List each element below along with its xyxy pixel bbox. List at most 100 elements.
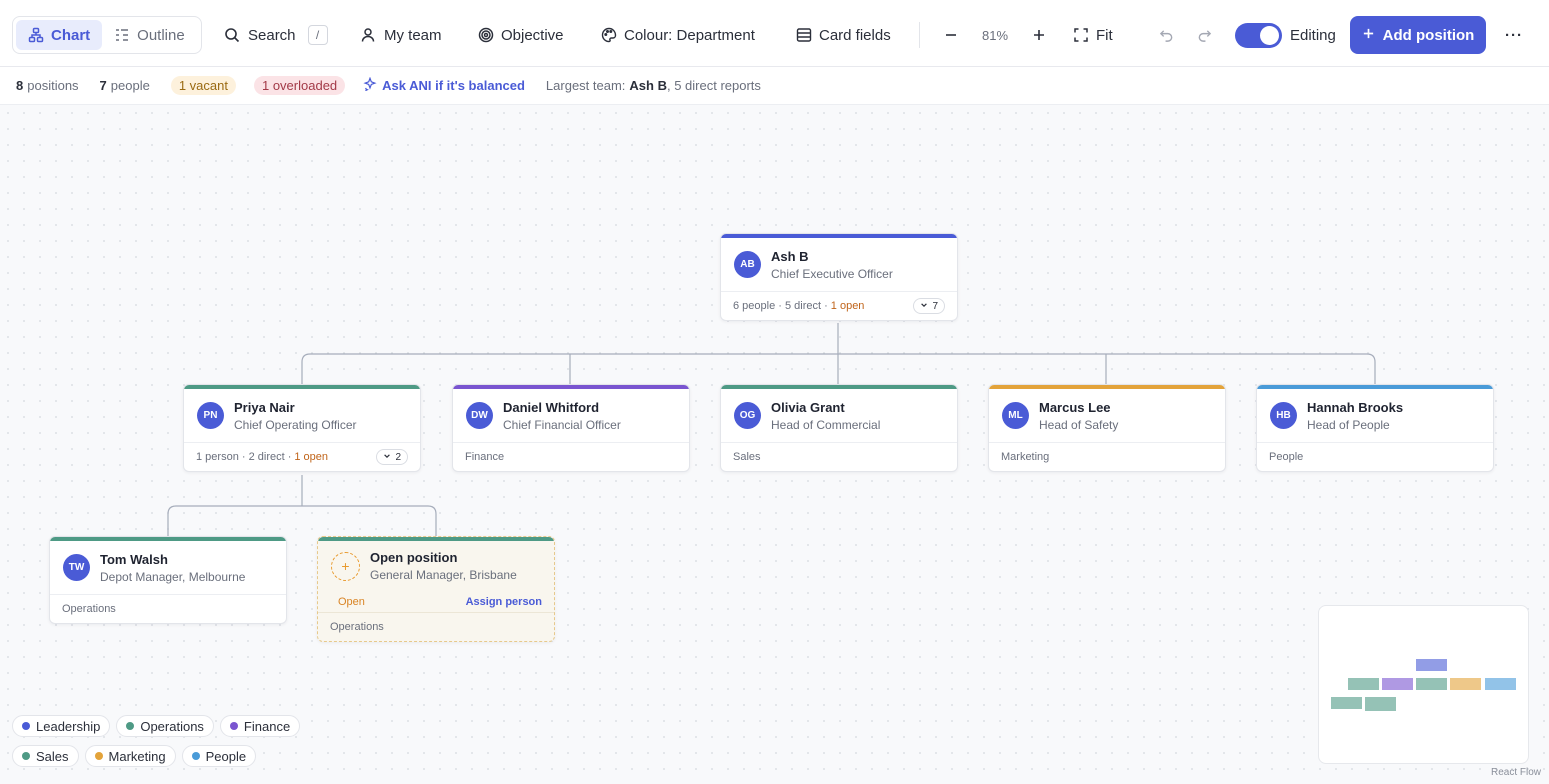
toolbar-divider (919, 22, 920, 48)
department-label: People (1269, 451, 1304, 463)
sparkle-icon (363, 76, 377, 94)
people-count: 7 (99, 78, 107, 93)
undo-button[interactable] (1159, 17, 1174, 53)
objective-label: Objective (501, 26, 564, 44)
minimap-node (1416, 678, 1447, 690)
react-flow-attribution[interactable]: React Flow (1491, 767, 1541, 778)
legend-item-marketing[interactable]: Marketing (84, 745, 176, 767)
minimap[interactable] (1318, 605, 1529, 764)
add-person-icon[interactable]: + (331, 551, 360, 581)
positions-stat: 8 positions (16, 78, 79, 93)
card-header: OG Olivia Grant Head of Commercial (721, 389, 957, 443)
open-count: 1 open (294, 451, 329, 463)
editing-toggle[interactable] (1235, 23, 1282, 48)
person-name: Tom Walsh (100, 551, 168, 567)
position-title: Depot Manager, Melbourne (100, 569, 246, 584)
plus-icon (1362, 27, 1375, 44)
redo-button[interactable] (1197, 17, 1212, 53)
position-title: Head of Safety (1039, 417, 1119, 432)
legend-dot (22, 722, 30, 730)
legend-item-finance[interactable]: Finance (219, 715, 301, 737)
position-card-olivia[interactable]: OG Olivia Grant Head of Commercial Sales (720, 384, 958, 472)
legend-label: Operations (140, 718, 204, 734)
department-label: Finance (465, 451, 505, 463)
view-outline-button[interactable]: Outline (102, 20, 197, 50)
report-count: 2 (395, 451, 401, 463)
avatar[interactable]: OG (734, 402, 761, 429)
org-chart-canvas[interactable]: AB Ash B Chief Executive Officer 6 peopl… (0, 105, 1549, 784)
card-header: ML Marcus Lee Head of Safety (989, 389, 1225, 443)
minimap-node (1331, 697, 1362, 709)
card-header: AB Ash B Chief Executive Officer (721, 238, 957, 292)
position-card-tom[interactable]: TW Tom Walsh Depot Manager, Melbourne Op… (49, 536, 287, 624)
avatar[interactable]: DW (466, 402, 493, 429)
my-team-button[interactable]: My team (360, 17, 442, 53)
collapse-toggle[interactable]: 7 (913, 298, 945, 314)
department-label: Operations (62, 603, 116, 615)
toggle-knob (1260, 26, 1279, 45)
position-card-open[interactable]: + Open position General Manager, Brisban… (317, 536, 555, 642)
legend-label: Finance (243, 718, 291, 734)
legend-item-people[interactable]: People (181, 745, 257, 767)
legend-item-sales[interactable]: Sales (12, 745, 79, 767)
chevron-down-icon (920, 301, 928, 312)
assign-person-link[interactable]: Assign person (466, 596, 542, 608)
minus-icon (944, 28, 958, 42)
more-icon: ··· (1505, 26, 1523, 44)
more-menu-button[interactable]: ··· (1505, 17, 1523, 53)
positions-count: 8 (16, 78, 24, 93)
overloaded-badge[interactable]: 1 overloaded (253, 76, 346, 95)
minimap-node (1450, 678, 1481, 690)
legend-item-operations[interactable]: Operations (116, 715, 214, 737)
avatar[interactable]: AB (734, 251, 761, 278)
colour-button[interactable]: Colour: Department (601, 17, 755, 53)
card-fields-icon (796, 27, 812, 43)
search-button[interactable]: Search / (224, 17, 328, 53)
largest-team-suffix: , 5 direct reports (666, 78, 761, 93)
ask-ani-link[interactable]: Ask ANI if it's balanced (363, 76, 525, 94)
view-chart-button[interactable]: Chart (16, 20, 103, 50)
chevron-down-icon (383, 452, 391, 463)
position-title: Head of Commercial (771, 417, 881, 432)
colour-label: Colour: Department (624, 26, 755, 44)
person-name: Ash B (771, 248, 809, 264)
position-card-priya[interactable]: PN Priya Nair Chief Operating Officer 1 … (183, 384, 421, 472)
search-label: Search (248, 26, 296, 44)
avatar[interactable]: ML (1002, 402, 1029, 429)
legend-dot (191, 752, 200, 760)
avatar[interactable]: PN (197, 402, 224, 429)
search-shortcut: / (307, 25, 328, 45)
vacancy-row: Open Assign person (318, 591, 554, 613)
zoom-level: 81% (982, 27, 1009, 43)
card-footer: 1 person · 2 direct · 1 open 2 (184, 443, 420, 471)
view-outline-label: Outline (137, 26, 185, 44)
card-fields-button[interactable]: Card fields (796, 17, 891, 53)
position-card-ash[interactable]: AB Ash B Chief Executive Officer 6 peopl… (720, 233, 958, 321)
position-card-marcus[interactable]: ML Marcus Lee Head of Safety Marketing (988, 384, 1226, 472)
avatar[interactable]: TW (63, 554, 90, 581)
objective-button[interactable]: Objective (478, 17, 564, 53)
largest-team-stat: Largest team: Ash B, 5 direct reports (546, 78, 761, 93)
position-card-hannah[interactable]: HB Hannah Brooks Head of People People (1256, 384, 1494, 472)
position-name: Open position (370, 550, 458, 565)
fit-icon (1073, 27, 1089, 43)
people-label: people (110, 78, 150, 93)
legend-dot (229, 722, 238, 730)
position-title: Chief Executive Officer (771, 266, 893, 281)
person-name: Olivia Grant (771, 399, 845, 415)
position-title: General Manager, Brisbane (370, 568, 517, 582)
position-card-daniel[interactable]: DW Daniel Whitford Chief Financial Offic… (452, 384, 690, 472)
add-position-button[interactable]: Add position (1350, 16, 1486, 54)
add-position-label: Add position (1382, 26, 1475, 44)
zoom-in-button[interactable] (1032, 17, 1046, 53)
collapse-toggle[interactable]: 2 (376, 449, 408, 465)
target-icon (478, 27, 494, 43)
legend-item-leadership[interactable]: Leadership (12, 715, 111, 737)
vacant-badge[interactable]: 1 vacant (170, 76, 236, 95)
fit-button[interactable]: Fit (1073, 17, 1113, 53)
legend-label: People (205, 748, 247, 764)
avatar[interactable]: HB (1270, 402, 1297, 429)
zoom-out-button[interactable] (944, 17, 958, 53)
person-name: Marcus Lee (1039, 399, 1111, 415)
card-header: DW Daniel Whitford Chief Financial Offic… (453, 389, 689, 443)
